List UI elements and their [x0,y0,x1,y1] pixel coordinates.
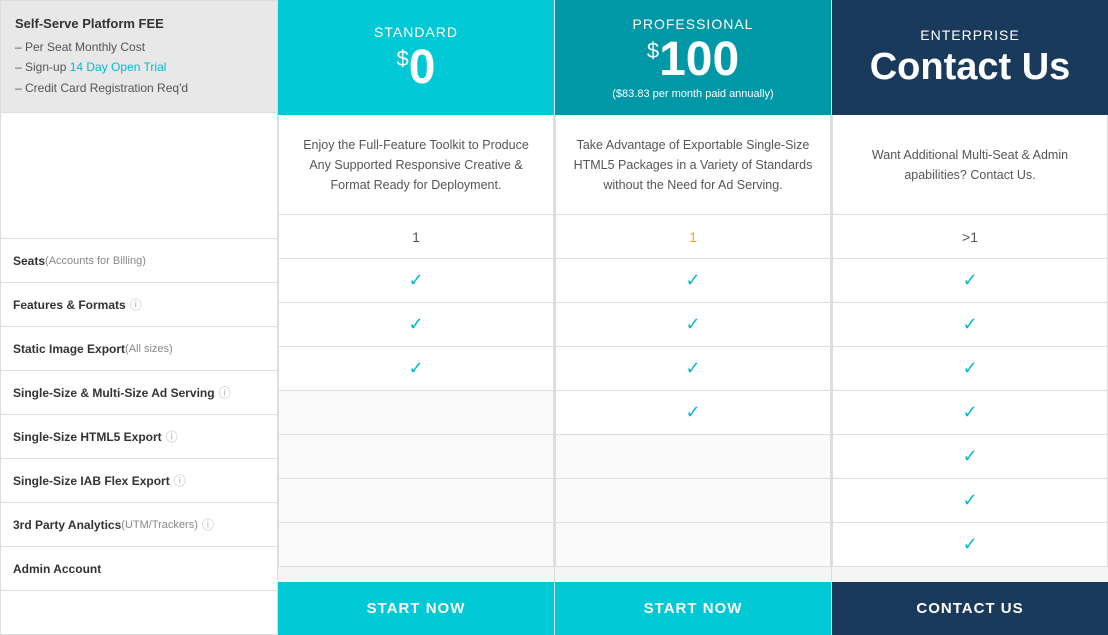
enterprise-desc: Want Additional Multi-Seat & Admin apabi… [832,115,1108,215]
standard-feature-2: ✓ [278,347,554,391]
check-icon: ✓ [685,270,700,291]
sidebar-line2: – Sign-up 14 Day Open Trial [15,57,263,77]
sidebar-rows: Seats (Accounts for Billing) Features & … [0,113,278,635]
col-professional: PROFESSIONAL $100 ($83.83 per month paid… [555,0,832,635]
check-icon: ✓ [408,358,423,379]
standard-header: STANDARD $0 [278,0,554,115]
check-icon: ✓ [962,358,977,379]
col-enterprise: ENTERPRISE Contact Us Want Additional Mu… [832,0,1108,635]
professional-feature-3: ✓ [555,391,831,435]
enterprise-plan-name: ENTERPRISE [920,27,1019,43]
enterprise-btn-container: CONTACT US [832,582,1108,635]
sidebar-title: Self-Serve Platform FEE [15,13,263,35]
sidebar-spacer-desc [0,113,278,239]
adserving-help-icon: ⓘ [219,384,231,401]
enterprise-contact-label: Contact Us [870,47,1071,89]
sidebar-line3: – Credit Card Registration Req'd [15,78,263,98]
check-icon: ✓ [685,402,700,423]
sidebar: Self-Serve Platform FEE – Per Seat Month… [0,0,278,635]
enterprise-feature-0: ✓ [832,259,1108,303]
sidebar-row-features: Features & Formats ⓘ [0,283,278,327]
standard-price: $0 [397,44,436,92]
sidebar-row-analytics: 3rd Party Analytics (UTM/Trackers) ⓘ [0,503,278,547]
professional-price-note: ($83.83 per month paid annually) [612,88,773,100]
enterprise-feature-5: ✓ [832,479,1108,523]
professional-plan-name: PROFESSIONAL [633,16,754,32]
professional-price: $100 [647,36,739,84]
professional-feature-6 [555,523,831,567]
enterprise-feature-6: ✓ [832,523,1108,567]
col-standard: STANDARD $0 Enjoy the Full-Feature Toolk… [278,0,555,635]
sidebar-bottom-spacer [0,591,278,635]
sidebar-row-admin: Admin Account [0,547,278,591]
standard-feature-6 [278,523,554,567]
sidebar-line1: – Per Seat Monthly Cost [15,37,263,57]
enterprise-header: ENTERPRISE Contact Us [832,0,1108,115]
enterprise-contact-button[interactable]: CONTACT US [832,582,1108,635]
standard-feature-3 [278,391,554,435]
check-icon: ✓ [962,270,977,291]
standard-feature-4 [278,435,554,479]
enterprise-seats: >1 [832,215,1108,259]
sidebar-row-iab: Single-Size IAB Flex Export ⓘ [0,459,278,503]
check-icon: ✓ [408,270,423,291]
professional-btn-container: START NOW [555,582,831,635]
check-icon: ✓ [962,314,977,335]
professional-desc: Take Advantage of Exportable Single-Size… [555,115,831,215]
features-help-icon: ⓘ [130,296,142,313]
professional-feature-4 [555,435,831,479]
check-icon: ✓ [685,314,700,335]
standard-feature-1: ✓ [278,303,554,347]
professional-feature-0: ✓ [555,259,831,303]
professional-start-button[interactable]: START NOW [555,582,831,635]
sidebar-row-html5: Single-Size HTML5 Export ⓘ [0,415,278,459]
professional-feature-5 [555,479,831,523]
standard-seats: 1 [278,215,554,259]
sidebar-header: Self-Serve Platform FEE – Per Seat Month… [0,0,278,113]
standard-desc: Enjoy the Full-Feature Toolkit to Produc… [278,115,554,215]
enterprise-feature-1: ✓ [832,303,1108,347]
check-icon: ✓ [962,446,977,467]
check-icon: ✓ [685,358,700,379]
professional-header: PROFESSIONAL $100 ($83.83 per month paid… [555,0,831,115]
enterprise-feature-2: ✓ [832,347,1108,391]
professional-seats: 1 [555,215,831,259]
check-icon: ✓ [408,314,423,335]
check-icon: ✓ [962,402,977,423]
sidebar-row-seats: Seats (Accounts for Billing) [0,239,278,283]
enterprise-feature-4: ✓ [832,435,1108,479]
check-icon: ✓ [962,490,977,511]
enterprise-feature-3: ✓ [832,391,1108,435]
standard-start-button[interactable]: START NOW [278,582,554,635]
analytics-help-icon: ⓘ [202,516,214,533]
html5-help-icon: ⓘ [166,428,178,445]
sidebar-row-static: Static Image Export (All sizes) [0,327,278,371]
standard-feature-0: ✓ [278,259,554,303]
pricing-columns: STANDARD $0 Enjoy the Full-Feature Toolk… [278,0,1108,635]
standard-feature-5 [278,479,554,523]
professional-feature-1: ✓ [555,303,831,347]
trial-link[interactable]: 14 Day Open Trial [70,60,167,74]
iab-help-icon: ⓘ [174,472,186,489]
standard-btn-container: START NOW [278,582,554,635]
sidebar-row-adserving: Single-Size & Multi-Size Ad Serving ⓘ [0,371,278,415]
professional-feature-2: ✓ [555,347,831,391]
check-icon: ✓ [962,534,977,555]
standard-plan-name: STANDARD [374,24,458,40]
